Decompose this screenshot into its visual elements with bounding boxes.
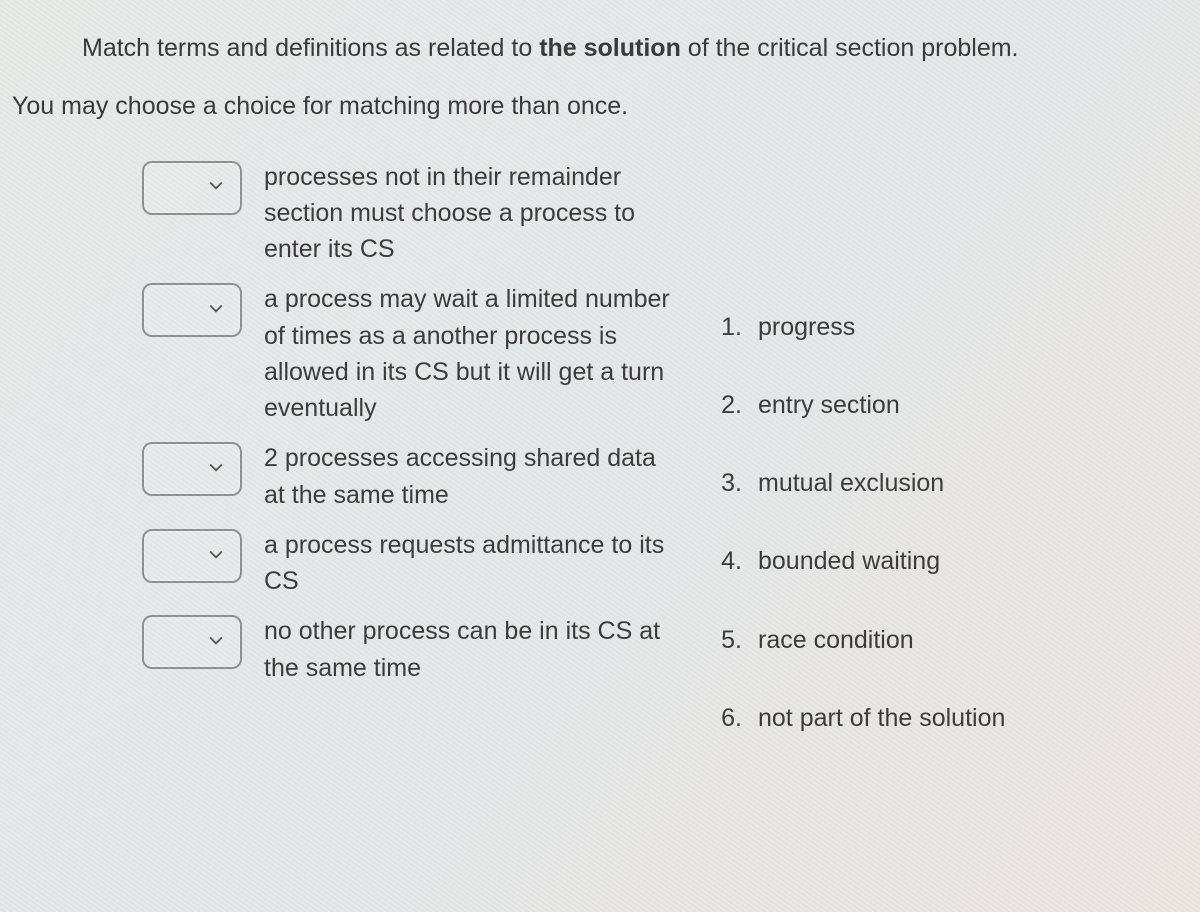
option-label: progress <box>758 309 855 345</box>
match-item: no other process can be in its CS at the… <box>142 613 682 686</box>
prompt-text-1: Match terms and definitions as related t… <box>82 34 539 62</box>
match-item: a process may wait a limited number of t… <box>142 281 682 426</box>
match-definition: 2 processes accessing shared data at the… <box>264 440 682 513</box>
match-definition: a process may wait a limited number of t… <box>264 281 682 426</box>
prompt-strong: the solution <box>539 34 681 62</box>
option-number: 6. <box>716 700 742 736</box>
answer-option: 2. entry section <box>716 387 1005 423</box>
option-number: 4. <box>716 543 742 579</box>
option-number: 1. <box>716 309 742 345</box>
option-label: race condition <box>758 622 914 658</box>
answer-options: 1. progress 2. entry section 3. mutual e… <box>716 159 1005 737</box>
option-number: 2. <box>716 387 742 423</box>
chevron-down-icon <box>206 538 226 574</box>
prompt-text-2: of the critical section problem. <box>681 34 1019 62</box>
chevron-down-icon <box>206 451 226 487</box>
question-prompt: Match terms and definitions as related t… <box>82 30 1140 66</box>
answer-option: 4. bounded waiting <box>716 543 1005 579</box>
match-definition: a process requests admittance to its CS <box>264 527 682 600</box>
answer-option: 6. not part of the solution <box>716 700 1005 736</box>
option-number: 5. <box>716 622 742 658</box>
option-label: entry section <box>758 387 900 423</box>
match-item: 2 processes accessing shared data at the… <box>142 440 682 513</box>
hint-text: You may choose a choice for matching mor… <box>12 88 1140 124</box>
chevron-down-icon <box>206 169 226 205</box>
option-number: 3. <box>716 465 742 501</box>
match-item: processes not in their remainder section… <box>142 159 682 268</box>
match-select[interactable] <box>142 283 242 337</box>
chevron-down-icon <box>206 292 226 328</box>
answer-option: 5. race condition <box>716 622 1005 658</box>
option-label: not part of the solution <box>758 700 1005 736</box>
match-definition: no other process can be in its CS at the… <box>264 613 682 686</box>
chevron-down-icon <box>206 624 226 660</box>
match-select[interactable] <box>142 615 242 669</box>
option-label: bounded waiting <box>758 543 940 579</box>
match-select[interactable] <box>142 529 242 583</box>
match-item: a process requests admittance to its CS <box>142 527 682 600</box>
match-select[interactable] <box>142 442 242 496</box>
match-items: processes not in their remainder section… <box>142 159 682 737</box>
answer-option: 3. mutual exclusion <box>716 465 1005 501</box>
match-select[interactable] <box>142 161 242 215</box>
option-label: mutual exclusion <box>758 465 944 501</box>
answer-option: 1. progress <box>716 309 1005 345</box>
match-definition: processes not in their remainder section… <box>264 159 682 268</box>
